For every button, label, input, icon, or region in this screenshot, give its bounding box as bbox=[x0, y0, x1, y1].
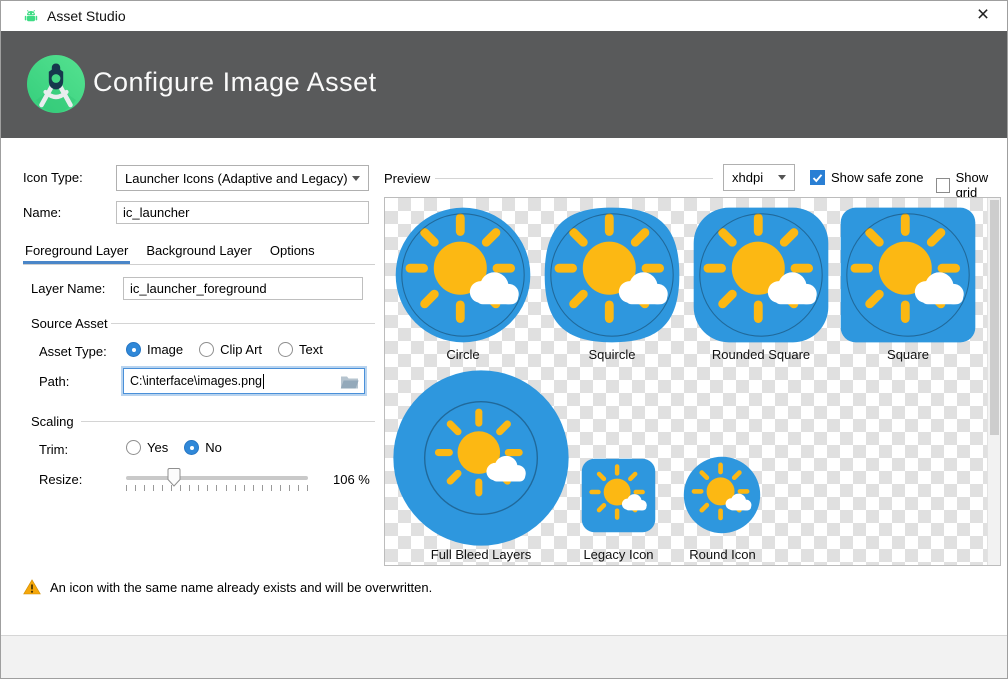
trim-radio-yes[interactable]: Yes bbox=[126, 440, 168, 455]
dialog-header: Configure Image Asset bbox=[1, 31, 1007, 138]
radio-label: Image bbox=[147, 342, 183, 357]
chevron-down-icon bbox=[352, 176, 360, 181]
icon-type-value: Launcher Icons (Adaptive and Legacy) bbox=[125, 171, 348, 186]
preview-label-square: Square bbox=[840, 347, 976, 362]
radio-label: Clip Art bbox=[220, 342, 262, 357]
resize-value: 106 % bbox=[333, 472, 370, 487]
asset-studio-dialog: Asset Studio × Configure Image Asset Ico… bbox=[0, 0, 1008, 679]
preview-icon-rounded-square bbox=[693, 207, 829, 343]
browse-folder-button[interactable] bbox=[340, 374, 359, 389]
density-dropdown[interactable]: xhdpi bbox=[723, 164, 795, 191]
show-safe-zone-checkbox[interactable]: Show safe zone bbox=[810, 170, 924, 185]
warning-text: An icon with the same name already exist… bbox=[50, 580, 432, 595]
density-value: xhdpi bbox=[732, 170, 763, 185]
scrollbar-thumb[interactable] bbox=[990, 200, 999, 435]
preview-label-rounded-square: Rounded Square bbox=[693, 347, 829, 362]
path-input[interactable]: C:\interface\images.png bbox=[123, 368, 365, 394]
preview-label-full-bleed: Full Bleed Layers bbox=[393, 547, 569, 562]
preview-icon-circle bbox=[395, 207, 531, 343]
radio-label: No bbox=[205, 440, 222, 455]
radio-icon bbox=[278, 342, 293, 357]
slider-thumb[interactable] bbox=[167, 468, 181, 487]
page-title: Configure Image Asset bbox=[93, 67, 377, 98]
radio-label: Yes bbox=[147, 440, 168, 455]
preview-icon-square bbox=[840, 207, 976, 343]
show-grid-checkbox[interactable]: Show grid bbox=[936, 170, 1007, 200]
checkbox-icon bbox=[810, 170, 825, 185]
layer-tab-bar: Foreground Layer Background Layer Options bbox=[23, 239, 375, 265]
checkbox-label: Show safe zone bbox=[831, 170, 924, 185]
preview-icon-round bbox=[683, 456, 761, 534]
preview-label-round: Round Icon bbox=[650, 547, 795, 562]
preview-section-label: Preview bbox=[384, 171, 430, 186]
asset-type-radio-clip-art[interactable]: Clip Art bbox=[199, 342, 262, 357]
asset-type-label: Asset Type: bbox=[39, 344, 107, 359]
resize-slider[interactable] bbox=[126, 467, 308, 493]
checkbox-icon bbox=[936, 178, 950, 193]
source-asset-section-label: Source Asset bbox=[31, 316, 108, 331]
android-studio-logo-icon bbox=[27, 55, 85, 113]
slider-track[interactable] bbox=[126, 476, 308, 480]
android-icon bbox=[23, 8, 39, 24]
preview-icon-full-bleed bbox=[393, 370, 569, 546]
layer-name-label: Layer Name: bbox=[31, 281, 105, 296]
radio-icon bbox=[126, 440, 141, 455]
asset-type-radio-group: Image Clip Art Text bbox=[126, 342, 323, 357]
trim-radio-no[interactable]: No bbox=[184, 440, 222, 455]
tab-foreground-layer[interactable]: Foreground Layer bbox=[23, 239, 130, 264]
window-title: Asset Studio bbox=[47, 8, 126, 24]
radio-icon bbox=[184, 440, 199, 455]
radio-icon bbox=[126, 342, 141, 357]
section-divider bbox=[81, 421, 375, 422]
asset-type-radio-text[interactable]: Text bbox=[278, 342, 323, 357]
path-label: Path: bbox=[39, 374, 69, 389]
radio-label: Text bbox=[299, 342, 323, 357]
layer-name-input[interactable] bbox=[123, 277, 363, 300]
checkbox-label: Show grid bbox=[956, 170, 1007, 200]
slider-ticks bbox=[126, 485, 308, 491]
window-title-bar: Asset Studio × bbox=[1, 1, 1007, 31]
preview-scrollbar[interactable] bbox=[987, 198, 1000, 565]
path-value: C:\interface\images.png bbox=[130, 374, 262, 388]
section-divider bbox=[111, 323, 375, 324]
chevron-down-icon bbox=[778, 175, 786, 180]
tab-options[interactable]: Options bbox=[268, 239, 317, 264]
close-button[interactable]: × bbox=[963, 1, 1003, 29]
asset-type-radio-image[interactable]: Image bbox=[126, 342, 183, 357]
text-caret bbox=[263, 374, 264, 389]
scaling-section-label: Scaling bbox=[31, 414, 74, 429]
preview-icon-squircle bbox=[544, 207, 680, 343]
preview-label-circle: Circle bbox=[395, 347, 531, 362]
trim-radio-group: Yes No bbox=[126, 440, 222, 455]
warning-message: An icon with the same name already exist… bbox=[23, 579, 432, 595]
icon-type-label: Icon Type: bbox=[23, 170, 83, 185]
section-divider bbox=[435, 178, 713, 179]
preview-panel: Circle Squircle Rounded Square Square Full B… bbox=[384, 197, 1001, 566]
tab-background-layer[interactable]: Background Layer bbox=[144, 239, 254, 264]
name-label: Name: bbox=[23, 205, 61, 220]
preview-label-squircle: Squircle bbox=[544, 347, 680, 362]
icon-type-dropdown[interactable]: Launcher Icons (Adaptive and Legacy) bbox=[116, 165, 369, 191]
footer-bar: ? PreviousNextCancelFinish bbox=[1, 635, 1007, 679]
warning-icon bbox=[23, 579, 41, 595]
preview-icon-legacy bbox=[581, 458, 656, 533]
name-input[interactable] bbox=[116, 201, 369, 224]
trim-label: Trim: bbox=[39, 442, 68, 457]
resize-label: Resize: bbox=[39, 472, 82, 487]
radio-icon bbox=[199, 342, 214, 357]
folder-icon bbox=[340, 374, 359, 389]
